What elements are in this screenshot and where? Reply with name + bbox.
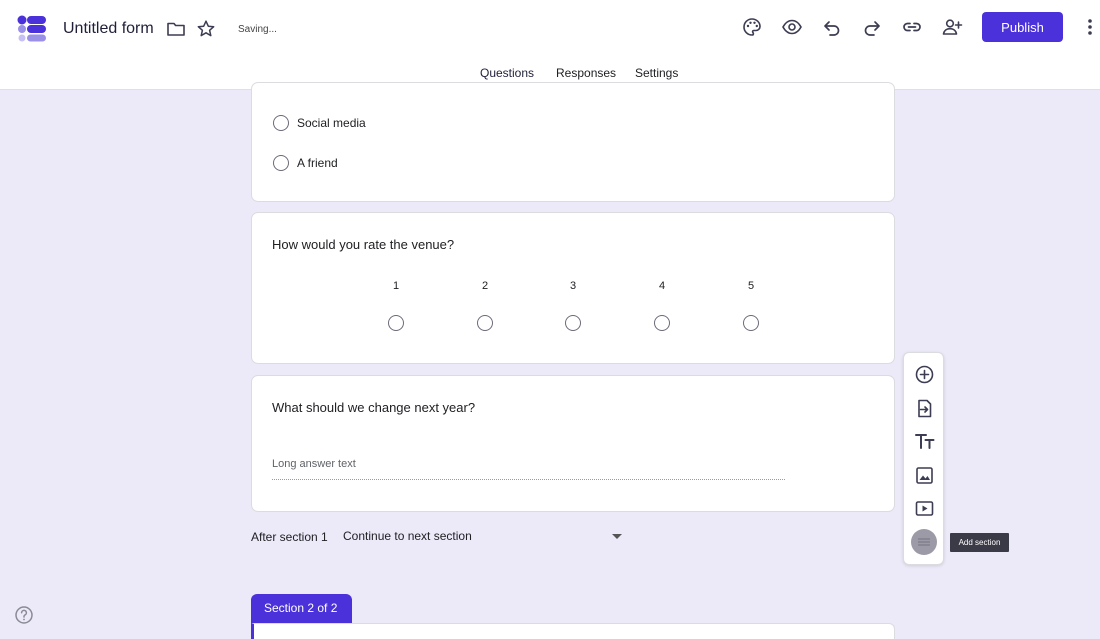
rating-radio[interactable]	[477, 315, 493, 331]
option-label: A friend	[297, 156, 338, 170]
rating-radio[interactable]	[743, 315, 759, 331]
link-icon[interactable]	[901, 16, 923, 38]
import-questions-icon[interactable]	[914, 398, 935, 419]
redo-icon[interactable]	[861, 16, 883, 38]
section-2-card[interactable]	[251, 623, 895, 639]
question-card-source[interactable]: Social media A friend	[251, 82, 895, 202]
forms-logo-icon[interactable]	[17, 15, 47, 43]
section-indicator: Section 2 of 2	[251, 594, 352, 624]
floating-toolbar	[903, 352, 944, 565]
question-title: What should we change next year?	[272, 400, 476, 415]
top-bar: Untitled form Saving... Publish Question…	[0, 0, 1100, 90]
star-icon[interactable]	[196, 19, 216, 39]
folder-icon[interactable]	[166, 19, 186, 39]
after-section-label: After section 1	[251, 530, 328, 544]
long-answer-field[interactable]: Long answer text	[272, 458, 785, 480]
radio-option[interactable]	[273, 155, 289, 171]
scale-label: 5	[747, 280, 755, 292]
section-navigation-select[interactable]: Continue to next section	[343, 529, 626, 547]
preview-eye-icon[interactable]	[781, 16, 803, 38]
add-section-icon[interactable]	[911, 529, 937, 555]
rating-radio[interactable]	[654, 315, 670, 331]
add-section-tooltip: Add section	[950, 533, 1009, 552]
radio-option[interactable]	[273, 115, 289, 131]
tab-settings[interactable]: Settings	[635, 66, 678, 80]
scale-label: 3	[569, 280, 577, 292]
form-title[interactable]: Untitled form	[63, 20, 154, 38]
add-video-icon[interactable]	[914, 498, 935, 519]
option-label: Social media	[297, 116, 366, 130]
add-title-icon[interactable]	[914, 431, 935, 452]
undo-icon[interactable]	[821, 16, 843, 38]
add-question-icon[interactable]	[914, 364, 935, 385]
add-collaborator-icon[interactable]	[941, 16, 963, 38]
tab-responses[interactable]: Responses	[556, 66, 616, 80]
more-vert-icon[interactable]	[1083, 17, 1097, 37]
publish-button[interactable]: Publish	[982, 12, 1063, 42]
rating-radio[interactable]	[388, 315, 404, 331]
save-status: Saving...	[238, 24, 277, 35]
add-image-icon[interactable]	[914, 465, 935, 486]
tab-questions[interactable]: Questions	[480, 66, 534, 80]
scale-label: 2	[481, 280, 489, 292]
palette-icon[interactable]	[741, 16, 763, 38]
scale-label: 4	[658, 280, 666, 292]
question-title: How would you rate the venue?	[272, 237, 455, 252]
help-icon[interactable]	[14, 605, 34, 625]
question-card-long-answer[interactable]: What should we change next year? Long an…	[251, 375, 895, 512]
rating-radio[interactable]	[565, 315, 581, 331]
chevron-down-icon[interactable]	[612, 534, 622, 539]
question-card-rating[interactable]: How would you rate the venue? 1 2 3 4 5	[251, 212, 895, 364]
scale-label: 1	[392, 280, 400, 292]
